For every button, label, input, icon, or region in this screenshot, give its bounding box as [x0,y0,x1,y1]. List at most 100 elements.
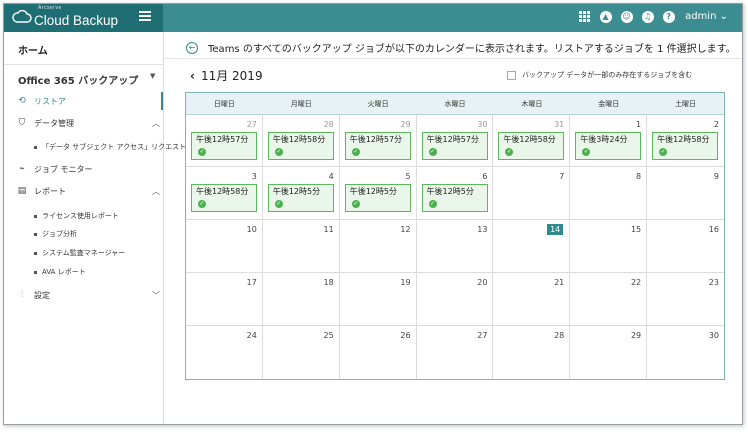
caret-down-icon[interactable]: ▼ [150,72,155,80]
calendar-day[interactable]: 27 [417,326,494,379]
calendar-day[interactable]: 8 [570,167,648,220]
calendar-day[interactable]: 9 [647,167,724,220]
calendar-day[interactable]: 10 [186,220,263,273]
toolbar-icons: ▲ ☺ ♫ ? admin ⌄ [578,10,728,23]
calendar: 日曜日 月曜日 火曜日 水曜日 木曜日 金曜日 土曜日 27 午後12時57分✓ 28 午後12時… [185,92,725,380]
calendar-day[interactable]: 21 [493,273,571,326]
calendar-day[interactable]: 17 [186,273,263,326]
sidebar-item-data-management[interactable]: ⛉ データ管理 ︿ [4,114,163,132]
page-header: ← Teams のすべてのバックアップ ジョブが以下のカレンダーに表示されます。… [186,40,736,55]
calendar-day[interactable]: 13 [416,220,494,273]
user-name: admin [685,11,717,22]
calendar-day[interactable]: 1 午後3時24分 ✓ [570,115,648,167]
day-number: 30 [708,331,719,340]
checkbox[interactable] [507,70,516,80]
backup-job-event[interactable]: 午後12時57分 ✓ [191,132,257,160]
sidebar-item-restore[interactable]: ⟲ リストア [4,92,163,110]
backup-job-event[interactable]: 午後12時58分 ✓ [191,184,257,212]
calendar-day[interactable]: 4 午後12時5分 ✓ [262,167,340,220]
backup-job-event[interactable]: 午後12時5分 ✓ [421,184,488,212]
calendar-day[interactable]: 24 [186,326,263,379]
sidebar-subitem-ava-report[interactable]: AVA レポート [34,267,86,277]
monitor-icon: ⌁ [19,164,25,174]
backup-job-event[interactable]: 午後12時58分 ✓ [652,132,719,160]
event-time: 午後12時5分 [349,187,397,196]
sidebar-item-settings[interactable]: ⫶ 設定 ﹀ [4,286,163,304]
product-selector[interactable]: Office 365 バックアップ [18,72,138,87]
backup-job-event[interactable]: 午後12時57分 ✓ [344,132,411,160]
sidebar-subitem-license-report[interactable]: ライセンス使用レポート [34,211,119,221]
support-icon[interactable]: ♫ [641,10,654,23]
day-number: 28 [554,331,565,340]
calendar-day[interactable]: 19 [339,273,417,326]
calendar-day[interactable]: 30 午後12時57分 ✓ [416,115,494,167]
calendar-day[interactable]: 7 [493,167,571,220]
day-number: 9 [713,172,719,181]
day-number: 7 [559,172,565,181]
calendar-day[interactable]: 6 午後12時5分 ✓ [416,167,494,220]
day-number: 25 [323,331,334,340]
day-number: 26 [400,331,411,340]
sidebar-home[interactable]: ホーム [18,42,48,57]
sidebar-item-job-monitor[interactable]: ⌁ ジョブ モニター [4,160,163,178]
help-icon[interactable]: ? [662,10,675,23]
calendar-day[interactable]: 30 [647,326,724,379]
day-number: 2 [713,120,719,129]
day-number: 15 [630,225,642,234]
calendar-day[interactable]: 3 午後12時58分 ✓ [186,167,263,220]
calendar-day[interactable]: 12 [339,220,417,273]
backup-job-event[interactable]: 午後3時24分 ✓ [575,132,642,160]
day-number: 3 [251,172,257,181]
sidebar-item-reports[interactable]: ▤ レポート ︿ [4,182,163,200]
event-time: 午後12時5分 [426,187,474,196]
today-badge: 14 [547,224,564,235]
chevron-left-icon[interactable]: ‹ [190,69,195,83]
sidebar-item-label: データ管理 [34,118,74,128]
divider [164,58,742,59]
day-number: 10 [246,225,257,234]
event-time: 午後12時58分 [657,135,710,144]
apps-grid-icon[interactable] [578,10,591,23]
menu-toggle-icon[interactable] [139,11,151,22]
calendar-day[interactable]: 25 [263,326,340,379]
backup-job-event[interactable]: 午後12時58分 ✓ [267,132,334,160]
calendar-day[interactable]: 28 午後12時58分 ✓ [262,115,340,167]
calendar-day[interactable]: 29 [570,326,648,379]
calendar-day[interactable]: 29 午後12時57分 ✓ [339,115,417,167]
event-time: 午後12時58分 [272,135,326,144]
calendar-day[interactable]: 22 [570,273,648,326]
backup-job-event[interactable]: 午後12時58分 ✓ [498,132,565,160]
calendar-day[interactable]: 15 [570,220,648,273]
calendar-day[interactable]: 18 [262,273,340,326]
success-check-icon: ✓ [198,148,206,156]
day-number: 17 [246,278,257,287]
calendar-day[interactable]: 31 午後12時58分 ✓ [493,115,571,167]
sidebar-subitem-job-analysis[interactable]: ジョブ分析 [34,229,77,239]
calendar-day[interactable]: 20 [416,273,494,326]
calendar-day[interactable]: 11 [262,220,340,273]
sidebar-subitem-audit-manager[interactable]: システム監査マネージャー [34,248,125,258]
calendar-day[interactable]: 5 午後12時5分 ✓ [339,167,417,220]
logo-name: Cloud Backup [34,13,119,28]
user-menu[interactable]: admin ⌄ [685,11,728,22]
divider [4,64,163,65]
sidebar-item-label: 設定 [34,290,50,300]
calendar-day[interactable]: 23 [647,273,724,326]
backup-job-event[interactable]: 午後12時57分 ✓ [421,132,488,160]
calendar-day[interactable]: 26 [340,326,417,379]
notifications-icon[interactable]: ▲ [599,10,612,23]
success-check-icon: ✓ [428,200,437,208]
calendar-day[interactable]: 2 午後12時58分 ✓ [647,115,724,167]
calendar-day[interactable]: 16 [647,220,724,273]
backup-job-event[interactable]: 午後12時5分 ✓ [267,184,334,212]
day-number: 18 [323,278,334,287]
partial-backup-checkbox[interactable]: バックアップ データが一部のみ存在するジョブを含む [507,70,692,80]
feedback-icon[interactable]: ☺ [620,10,633,23]
backup-job-event[interactable]: 午後12時5分 ✓ [344,184,411,212]
day-number: 23 [708,278,719,287]
calendar-day[interactable]: 28 [493,326,571,379]
chevron-down-icon: ⌄ [719,11,728,22]
calendar-day[interactable]: 27 午後12時57分 ✓ [186,115,263,167]
back-icon[interactable]: ← [186,41,198,54]
calendar-day[interactable]: 14 [493,220,571,273]
